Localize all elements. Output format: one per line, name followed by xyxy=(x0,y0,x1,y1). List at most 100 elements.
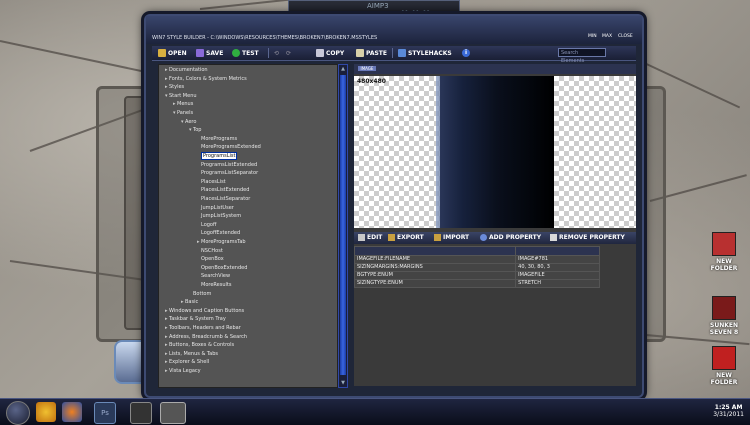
tree-item[interactable]: ▸Fonts, Colors & System Metrics xyxy=(165,76,247,83)
tree-item-label: LogoffExtended xyxy=(201,230,241,237)
export-button[interactable]: EXPORT xyxy=(388,234,424,241)
stylehacks-button[interactable]: STYLEHACKS xyxy=(398,48,452,58)
import-button[interactable]: IMPORT xyxy=(434,234,469,241)
tree-item-label: ProgramsListSeparator xyxy=(201,170,259,177)
tree-item[interactable]: ▸Buttons, Boxes & Controls xyxy=(165,342,234,349)
property-grid[interactable]: IMAGEFILE:FILENAME IMAGE#781 SIZINGMARGINS… xyxy=(353,246,600,288)
tree-item[interactable]: JumpListUser xyxy=(197,205,234,212)
tree-scrollbar[interactable]: ▲ ▼ xyxy=(338,64,348,388)
image-tab[interactable]: IMAGE xyxy=(358,66,376,71)
property-row[interactable]: BGTYPE:ENUM IMAGEFILE xyxy=(353,271,600,280)
tree-item[interactable]: ProgramsListExtended xyxy=(197,162,257,169)
start-button[interactable] xyxy=(6,401,30,425)
tree-item[interactable]: ▸Explorer & Shell xyxy=(165,359,209,366)
tree-item[interactable]: ▸Lists, Menus & Tabs xyxy=(165,351,218,358)
tree-item-label: PlacesListSeparator xyxy=(201,196,251,202)
tree-item[interactable]: ▸Windows and Caption Buttons xyxy=(165,308,244,315)
tree-item-label: Documentation xyxy=(169,67,208,73)
tree-item[interactable]: Bottom xyxy=(189,291,211,298)
undo-button[interactable]: ⟲ xyxy=(274,48,279,58)
tree-item[interactable]: JumpListSystem xyxy=(197,213,241,220)
desktop-icon[interactable]: NEW FOLDER xyxy=(704,232,744,272)
clock[interactable]: 1:25 AM 3/31/2011 xyxy=(713,404,744,418)
tree-item[interactable]: MoreProgramsExtended xyxy=(197,144,261,151)
desktop-icon[interactable]: SUNKEN SEVEN 8 xyxy=(704,296,744,336)
remove-property-button[interactable]: REMOVE PROPERTY xyxy=(550,234,625,241)
tree-item[interactable]: ▸Toolbars, Headers and Rebar xyxy=(165,325,241,332)
close-button[interactable]: CLOSE xyxy=(618,34,633,39)
tree-item[interactable]: SearchView xyxy=(197,273,230,280)
desktop-icon[interactable]: NEW FOLDER xyxy=(704,346,744,386)
desktop-icon-label: NEW FOLDER xyxy=(710,372,738,386)
element-tree[interactable]: ▸Documentation ▸Fonts, Colors & System Me… xyxy=(158,64,338,388)
info-icon: i xyxy=(462,49,470,57)
tree-item[interactable]: PlacesListExtended xyxy=(197,187,249,194)
photoshop-taskbar-icon[interactable]: Ps xyxy=(94,402,116,424)
test-button[interactable]: TEST xyxy=(232,48,259,58)
tree-item[interactable]: MoreResults xyxy=(197,282,231,289)
tree-item-label: Explorer & Shell xyxy=(169,359,210,366)
undo-icon: ⟲ xyxy=(274,49,280,57)
save-button[interactable]: SAVE xyxy=(196,48,223,58)
property-row[interactable]: SIZINGTYPE:ENUM STRETCH xyxy=(353,279,600,288)
scroll-up-icon[interactable]: ▲ xyxy=(340,66,346,72)
tree-item[interactable]: OpenBoxExtended xyxy=(197,265,247,272)
tree-item[interactable]: ▸Styles xyxy=(165,84,184,91)
taskbar-app[interactable] xyxy=(130,402,152,424)
tree-item[interactable]: ▸Address, Breadcrumb & Search xyxy=(165,334,247,341)
tree-item[interactable]: OpenBox xyxy=(197,256,224,263)
tree-item[interactable]: ▸MoreProgramsTab xyxy=(197,239,246,246)
property-row[interactable]: IMAGEFILE:FILENAME IMAGE#781 xyxy=(353,255,600,264)
action-bar: EDIT EXPORT IMPORT ADD PROPERTY REMOVE P… xyxy=(354,232,636,244)
property-value[interactable]: IMAGE#781 xyxy=(515,255,600,264)
info-button[interactable]: i xyxy=(462,48,470,58)
minimize-button[interactable]: MIN xyxy=(588,34,597,39)
tree-item[interactable]: Logoff xyxy=(197,222,216,229)
tree-item[interactable]: LogoffExtended xyxy=(197,230,240,237)
tree-item[interactable]: PlacesListSeparator xyxy=(197,196,250,203)
tree-item[interactable]: ▾Top xyxy=(189,127,201,134)
search-input[interactable]: Search Elements xyxy=(558,48,606,64)
tree-item-label: Windows and Caption Buttons xyxy=(169,307,245,314)
tree-item-label: Bottom xyxy=(193,290,212,297)
scroll-down-icon[interactable]: ▼ xyxy=(340,380,346,386)
tree-item[interactable]: ▾Panels xyxy=(173,110,193,117)
style-builder-taskbar-icon[interactable] xyxy=(160,402,186,424)
tree-item-label: Styles xyxy=(169,84,185,91)
tree-item[interactable]: ProgramsListSeparator xyxy=(197,170,258,177)
scrollbar-thumb[interactable] xyxy=(340,75,346,375)
property-value[interactable]: STRETCH xyxy=(515,279,600,288)
paste-label: PASTE xyxy=(366,49,388,57)
paste-button[interactable]: PASTE xyxy=(356,48,387,58)
copy-button[interactable]: COPY xyxy=(316,48,344,58)
tree-item[interactable]: ▸Menus xyxy=(173,101,193,108)
tree-item-selected[interactable]: ProgramsList xyxy=(197,152,238,160)
clock-date: 3/31/2011 xyxy=(713,411,744,418)
tree-item-label: PlacesListExtended xyxy=(201,187,250,194)
property-value[interactable]: IMAGEFILE xyxy=(515,271,600,280)
tree-item[interactable]: MorePrograms xyxy=(197,136,237,143)
widget-title: AIMP3 xyxy=(367,2,389,10)
property-row[interactable]: SIZINGMARGINS:MARGINS 40, 30, 80, 3 xyxy=(353,263,600,272)
add-property-button[interactable]: ADD PROPERTY xyxy=(480,234,541,241)
title-bar[interactable]: WIN7 STYLE BUILDER - C:\WINDOWS\RESOURCE… xyxy=(146,16,642,44)
toolbar: OPEN SAVE TEST ⟲ ⟳ COPY PASTE STYLEHACKS… xyxy=(152,46,636,64)
open-button[interactable]: OPEN xyxy=(158,48,187,58)
tree-item-label: Vista Legacy xyxy=(169,368,201,374)
tree-item-label: JumpListUser xyxy=(201,204,234,211)
tree-item[interactable]: NSCHost xyxy=(197,248,223,255)
tree-item[interactable]: ▸Documentation xyxy=(165,67,208,74)
aimp-taskbar-icon[interactable] xyxy=(36,402,56,422)
tree-item-label: Toolbars, Headers and Rebar xyxy=(169,325,241,331)
tree-item[interactable]: ▸Basic xyxy=(181,299,198,306)
tree-item[interactable]: ▾Aero xyxy=(181,119,196,126)
tree-item[interactable]: PlacesList xyxy=(197,179,226,186)
tree-item[interactable]: ▸Vista Legacy xyxy=(165,368,201,375)
firefox-taskbar-icon[interactable] xyxy=(62,402,82,422)
redo-button[interactable]: ⟳ xyxy=(286,48,291,58)
property-value[interactable]: 40, 30, 80, 3 xyxy=(515,263,600,272)
tree-item[interactable]: ▾Start Menu xyxy=(165,93,197,100)
tree-item[interactable]: ▸Taskbar & System Tray xyxy=(165,316,226,323)
edit-button[interactable]: EDIT xyxy=(358,234,382,241)
maximize-button[interactable]: MAX xyxy=(602,34,612,39)
